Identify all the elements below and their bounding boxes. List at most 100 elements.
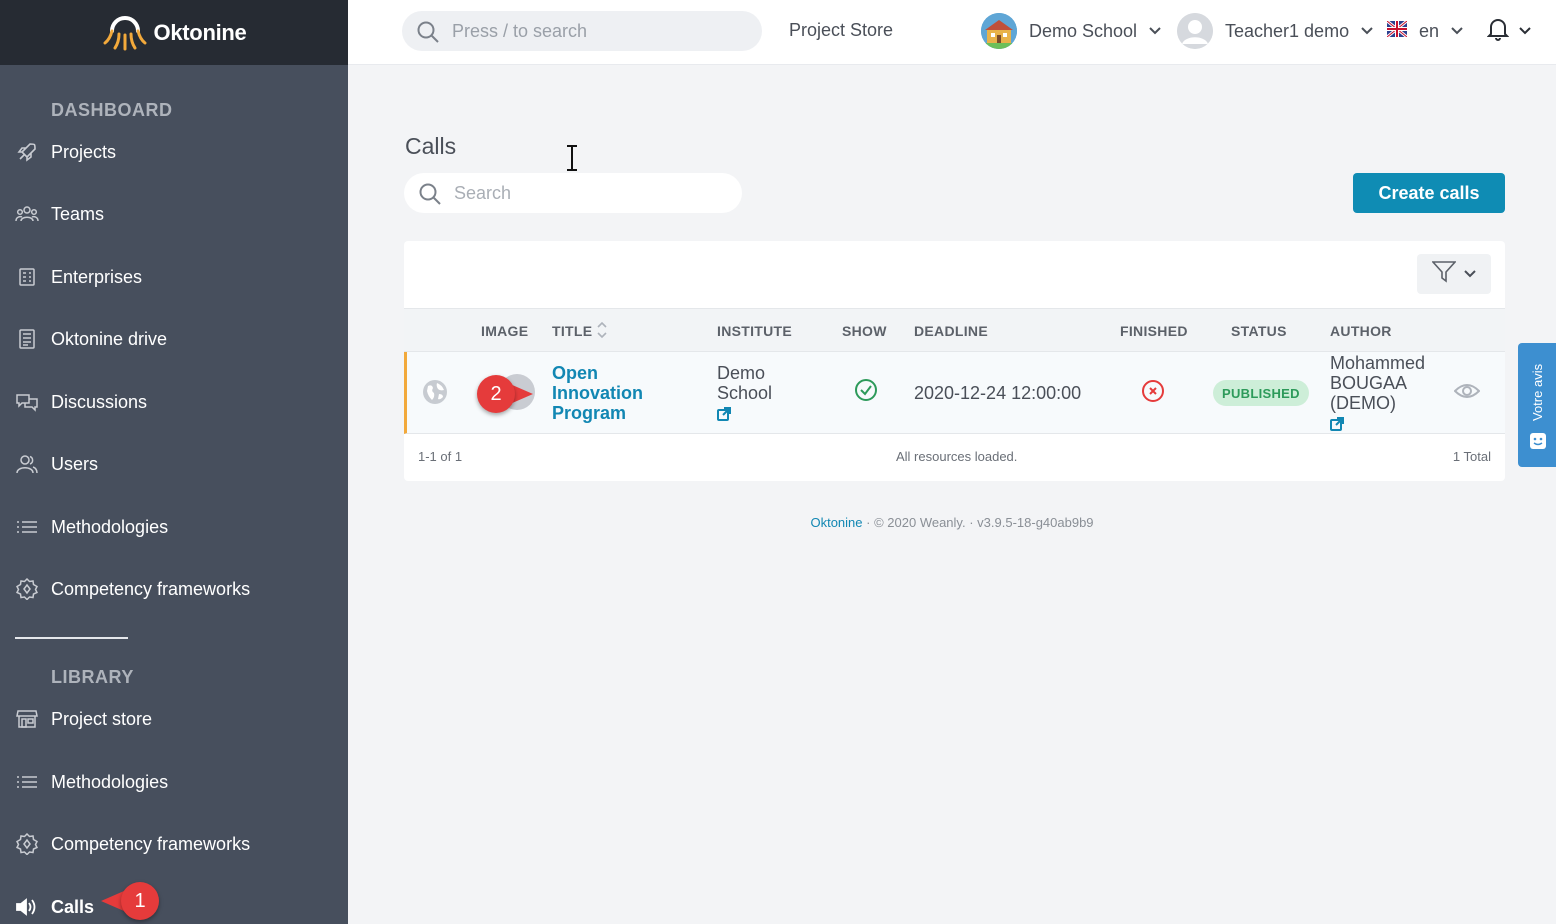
author-line: BOUGAA [1330, 373, 1408, 393]
pagination-range: 1-1 of 1 [418, 449, 463, 464]
library-section-title: LIBRARY [51, 667, 134, 687]
page-title: Calls [405, 133, 457, 159]
chat-icon [15, 390, 39, 414]
table-row[interactable]: Open Innovation Program Demo School 2020… [404, 352, 1505, 434]
feedback-tab[interactable]: Votre avis [1518, 343, 1556, 467]
create-calls-button[interactable]: Create calls [1353, 173, 1505, 213]
sidebar-item-project-store[interactable]: Project store [0, 699, 348, 739]
gear-badge-icon [15, 832, 39, 856]
feedback-tab-label: Votre avis [1530, 363, 1545, 421]
callout-number: 2 [477, 375, 515, 413]
calls-search-placeholder: Search [454, 183, 512, 203]
call-title-link[interactable]: Open Innovation Program [552, 363, 643, 423]
sidebar-item-label: Discussions [51, 391, 148, 412]
column-header-deadline: DEADLINE [914, 323, 988, 339]
rocket-icon [15, 140, 39, 164]
sidebar-item-enterprises[interactable]: Enterprises [0, 257, 348, 297]
sidebar-item-methodologies[interactable]: Methodologies [0, 507, 348, 547]
school-avatar [981, 13, 1017, 49]
avatar [1177, 13, 1213, 49]
load-status: All resources loaded. [896, 449, 1018, 464]
sidebar-item-label: Teams [51, 203, 105, 224]
chevron-down-icon [1464, 265, 1476, 283]
bell-icon [1486, 17, 1510, 46]
search-icon [418, 182, 442, 211]
deadline-cell: 2020-12-24 12:00:00 [914, 383, 1082, 403]
list-icon [15, 770, 39, 794]
footer-separator: · [969, 515, 978, 530]
dashboard-section-title: DASHBOARD [51, 100, 173, 120]
author-line: (DEMO) [1330, 393, 1396, 413]
callout-marker-1: 1 [101, 882, 159, 920]
call-title-line: Program [552, 403, 627, 423]
project-store-link[interactable]: Project Store [789, 20, 893, 41]
chevron-down-icon [1519, 22, 1531, 40]
total-count: 1 Total [1452, 449, 1491, 464]
globe-icon [421, 378, 449, 411]
show-check-icon [854, 378, 878, 407]
footer-copyright: © 2020 Weanly. [874, 515, 966, 530]
gear-badge-icon [15, 577, 39, 601]
team-icon [15, 202, 39, 226]
sidebar-item-label: Project store [51, 708, 153, 729]
sidebar-item-discussions[interactable]: Discussions [0, 382, 348, 422]
column-header-finished: FINISHED [1120, 323, 1188, 339]
table-footer: 1-1 of 1 All resources loaded. 1 Total [404, 435, 1505, 481]
page-footer: Oktonine · © 2020 Weanly. · v3.9.5-18-g4… [348, 515, 1556, 530]
user-menu[interactable]: Teacher1 demo [1177, 12, 1373, 50]
sidebar-item-label: Projects [51, 141, 117, 162]
sidebar-item-label: Methodologies [51, 771, 169, 792]
chevron-down-icon [1149, 22, 1161, 40]
sidebar-item-users[interactable]: Users [0, 444, 348, 484]
brand-name: Oktonine [153, 19, 247, 45]
sort-icon[interactable] [597, 321, 607, 344]
column-header-status: STATUS [1231, 323, 1287, 339]
status-badge: PUBLISHED [1213, 380, 1309, 406]
sidebar: Oktonine DASHBOARD Projects Teams Enterp… [0, 0, 348, 924]
brand-bar[interactable]: Oktonine [0, 0, 348, 65]
building-icon [15, 265, 39, 289]
institute-cell: Demo School [717, 363, 772, 425]
user-name: Teacher1 demo [1225, 20, 1350, 41]
global-search-placeholder: Press / to search [452, 21, 588, 41]
footer-version: v3.9.5-18-g40ab9b9 [977, 515, 1094, 530]
oktonine-logo-icon [102, 7, 148, 58]
institute-line: Demo [717, 363, 766, 383]
language-code: en [1419, 20, 1440, 41]
callout-marker-2: 2 [477, 375, 533, 413]
column-header-image: IMAGE [481, 323, 529, 339]
column-header-institute: INSTITUTE [717, 323, 793, 339]
sidebar-item-label: Competency frameworks [51, 833, 251, 854]
institute-line: School [717, 383, 773, 403]
sidebar-item-library-methodologies[interactable]: Methodologies [0, 762, 348, 802]
filter-button[interactable] [1417, 254, 1491, 294]
sidebar-item-library-competency-frameworks[interactable]: Competency frameworks [0, 824, 348, 864]
school-selector[interactable]: Demo School [981, 12, 1161, 50]
calls-table-card: IMAGE TITLE INSTITUTE SHOW DEADLINE FINI… [404, 241, 1505, 481]
column-header-title[interactable]: TITLE [552, 323, 592, 339]
drive-icon [15, 327, 39, 351]
sidebar-item-projects[interactable]: Projects [0, 132, 348, 172]
notifications-button[interactable] [1486, 14, 1531, 48]
calls-search-input[interactable]: Search [404, 173, 742, 213]
sidebar-item-label: Methodologies [51, 516, 169, 537]
call-title-line: Innovation [552, 383, 643, 403]
call-title-line: Open [552, 363, 599, 383]
footer-separator: · [866, 515, 875, 530]
author-cell: Mohammed BOUGAA (DEMO) [1330, 353, 1425, 435]
top-bar: Press / to search Project Store Demo Sch… [348, 0, 1556, 65]
column-header-author: AUTHOR [1330, 323, 1392, 339]
smiley-icon [1529, 432, 1547, 455]
global-search-input[interactable]: Press / to search [402, 11, 762, 51]
chevron-down-icon [1451, 22, 1463, 40]
sidebar-item-calls[interactable]: Calls [0, 887, 348, 924]
sidebar-item-oktonine-drive[interactable]: Oktonine drive [0, 319, 348, 359]
sidebar-item-competency-frameworks[interactable]: Competency frameworks [0, 569, 348, 609]
sidebar-item-teams[interactable]: Teams [0, 194, 348, 234]
view-eye-icon[interactable] [1453, 381, 1481, 406]
sidebar-item-label: Enterprises [51, 266, 143, 287]
external-link-icon[interactable] [717, 405, 772, 425]
language-selector[interactable]: en [1386, 12, 1463, 50]
footer-brand-link[interactable]: Oktonine [810, 515, 862, 530]
external-link-icon[interactable] [1330, 415, 1425, 435]
